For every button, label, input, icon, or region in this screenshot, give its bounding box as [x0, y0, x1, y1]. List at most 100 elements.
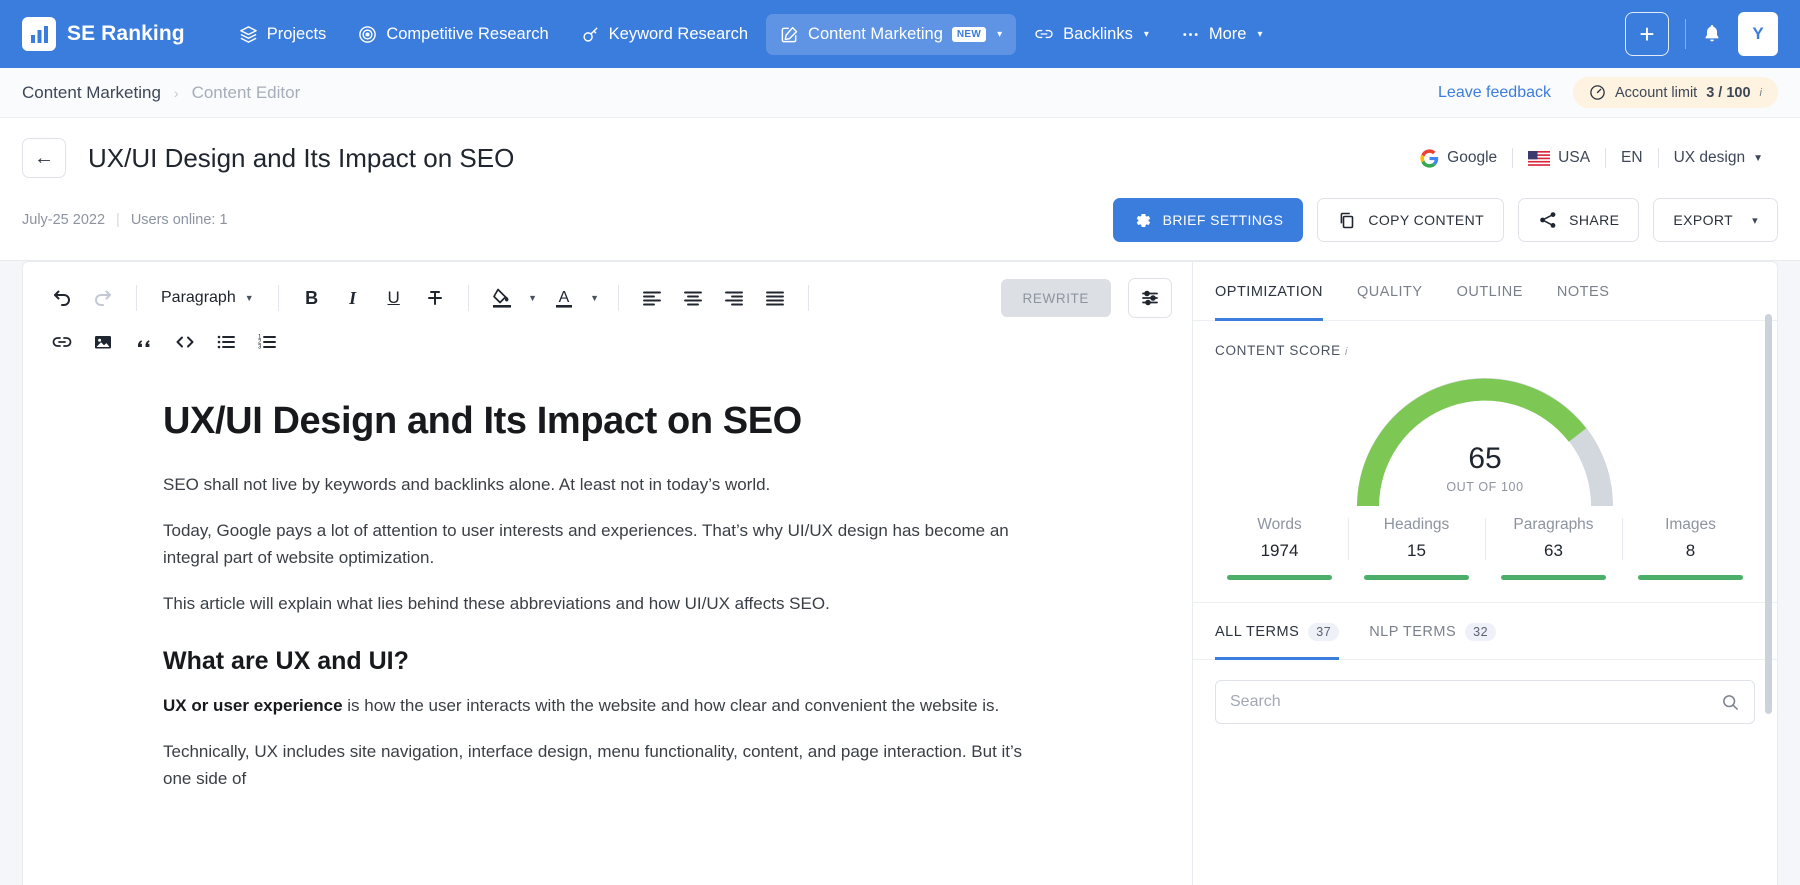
italic-button[interactable]: I: [334, 279, 372, 317]
leave-feedback-link[interactable]: Leave feedback: [1438, 84, 1551, 102]
user-avatar[interactable]: Y: [1738, 12, 1778, 56]
gauge-readout: 65 OUT OF 100: [1215, 442, 1755, 494]
country-selector[interactable]: USA: [1513, 149, 1605, 167]
account-limit-badge[interactable]: Account limit 3 / 100 i: [1573, 77, 1778, 108]
page-header: ← UX/UI Design and Its Impact on SEO Goo…: [0, 118, 1800, 261]
bold-button[interactable]: B: [293, 279, 331, 317]
tab-nlp-terms[interactable]: NLP TERMS 32: [1369, 603, 1496, 660]
keyword-selector[interactable]: UX design ▼: [1659, 149, 1778, 167]
button-label: COPY CONTENT: [1368, 212, 1484, 228]
toolbar-divider: [278, 285, 279, 311]
panel-scrollbar-thumb[interactable]: [1765, 314, 1772, 714]
numbered-list-icon[interactable]: 123: [248, 323, 286, 361]
code-block-icon[interactable]: [166, 323, 204, 361]
nav-item-label: Backlinks: [1063, 25, 1133, 44]
search-icon[interactable]: [1721, 693, 1740, 712]
export-button[interactable]: EXPORT ▾: [1653, 198, 1778, 242]
page-actions: BRIEF SETTINGS COPY CONTENT SHARE EXPORT…: [1113, 198, 1778, 242]
breadcrumb-separator: ›: [174, 85, 179, 101]
nav-item-more[interactable]: More ▾: [1167, 14, 1277, 55]
terms-search-box[interactable]: [1215, 680, 1755, 724]
country-label: USA: [1558, 149, 1590, 167]
align-left-icon[interactable]: [633, 279, 671, 317]
highlight-color-icon[interactable]: [483, 279, 521, 317]
tab-optimization[interactable]: OPTIMIZATION: [1215, 262, 1323, 321]
document-heading-2: What are UX and UI?: [163, 647, 1052, 676]
content-score-out-of: OUT OF 100: [1215, 480, 1755, 494]
se-ranking-logo-icon: [22, 17, 56, 51]
button-label: SHARE: [1569, 212, 1619, 228]
breadcrumb-parent[interactable]: Content Marketing: [22, 83, 161, 103]
stat-value: 63: [1491, 541, 1616, 561]
share-button[interactable]: SHARE: [1518, 198, 1639, 242]
nav-item-competitive-research[interactable]: Competitive Research: [344, 14, 562, 55]
nav-item-projects[interactable]: Projects: [225, 14, 341, 55]
new-badge: NEW: [952, 27, 986, 42]
button-label: EXPORT: [1673, 212, 1733, 228]
document-paragraph: SEO shall not live by keywords and backl…: [163, 471, 1052, 499]
align-center-icon[interactable]: [674, 279, 712, 317]
tab-count-badge: 37: [1308, 623, 1339, 641]
redo-icon[interactable]: [84, 279, 122, 317]
nav-item-backlinks[interactable]: Backlinks ▾: [1020, 13, 1163, 55]
link-icon: [1034, 24, 1054, 44]
copy-content-button[interactable]: COPY CONTENT: [1317, 198, 1504, 242]
document-paragraph: Technically, UX includes site navigation…: [163, 738, 1052, 793]
nav-item-label: Projects: [267, 25, 327, 44]
info-icon[interactable]: i: [1345, 346, 1348, 358]
tab-label: ALL TERMS: [1215, 624, 1299, 640]
breadcrumb-right-group: Leave feedback Account limit 3 / 100 i: [1438, 77, 1778, 108]
page-title: UX/UI Design and Its Impact on SEO: [88, 143, 514, 174]
stat-bar: [1638, 575, 1743, 580]
brand-logo-group[interactable]: SE Ranking: [22, 17, 185, 51]
content-editor-pane: Paragraph ▼ B I U ▼ A ▼: [22, 261, 1192, 885]
rewrite-button[interactable]: REWRITE: [1001, 279, 1111, 317]
nav-item-keyword-research[interactable]: Keyword Research: [567, 14, 762, 55]
search-engine-selector[interactable]: Google: [1405, 149, 1512, 168]
insert-image-icon[interactable]: [84, 323, 122, 361]
block-format-label: Paragraph: [161, 289, 236, 307]
document-paragraph: This article will explain what lies behi…: [163, 590, 1052, 618]
nav-item-content-marketing[interactable]: Content Marketing NEW ▾: [766, 14, 1016, 55]
add-new-button[interactable]: +: [1625, 12, 1669, 56]
content-score-gauge: 65 OUT OF 100: [1215, 364, 1755, 510]
editor-toolbar: Paragraph ▼ B I U ▼ A ▼: [23, 262, 1192, 370]
undo-icon[interactable]: [43, 279, 81, 317]
info-icon[interactable]: i: [1760, 87, 1762, 99]
optimization-panel: OPTIMIZATION QUALITY OUTLINE NOTES CONTE…: [1192, 261, 1778, 885]
nav-right-group: + Y: [1625, 12, 1778, 56]
document-body: UX/UI Design and Its Impact on SEO SEO s…: [23, 400, 1192, 793]
align-justify-icon[interactable]: [756, 279, 794, 317]
block-format-select[interactable]: Paragraph ▼: [151, 279, 264, 317]
text-color-chevron-icon[interactable]: ▼: [586, 279, 604, 317]
search-input[interactable]: [1230, 693, 1721, 711]
bulleted-list-icon[interactable]: [207, 323, 245, 361]
pencil-square-icon: [780, 25, 799, 44]
underline-button[interactable]: U: [375, 279, 413, 317]
notifications-bell-icon[interactable]: [1702, 23, 1722, 45]
stat-value: 1974: [1217, 541, 1342, 561]
tab-all-terms[interactable]: ALL TERMS 37: [1215, 603, 1339, 660]
gear-icon: [1133, 211, 1152, 230]
toolbar-divider: [618, 285, 619, 311]
brief-settings-button[interactable]: BRIEF SETTINGS: [1113, 198, 1304, 242]
blockquote-icon[interactable]: [125, 323, 163, 361]
insert-link-icon[interactable]: [43, 323, 81, 361]
tab-quality[interactable]: QUALITY: [1357, 262, 1423, 321]
text-color-icon[interactable]: A: [545, 279, 583, 317]
editor-settings-sliders-icon[interactable]: [1128, 278, 1172, 318]
back-button[interactable]: ←: [22, 138, 66, 178]
align-right-icon[interactable]: [715, 279, 753, 317]
layers-icon: [239, 25, 258, 44]
document-canvas[interactable]: UX/UI Design and Its Impact on SEO SEO s…: [23, 370, 1192, 885]
strikethrough-button[interactable]: [416, 279, 454, 317]
highlight-color-chevron-icon[interactable]: ▼: [524, 279, 542, 317]
language-selector[interactable]: EN: [1606, 149, 1658, 167]
terms-search-section: [1193, 660, 1777, 724]
tab-notes[interactable]: NOTES: [1557, 262, 1609, 321]
tab-outline[interactable]: OUTLINE: [1457, 262, 1523, 321]
language-label: EN: [1621, 149, 1643, 167]
main-split: Paragraph ▼ B I U ▼ A ▼: [0, 261, 1800, 885]
serp-settings-group: Google USA EN UX design ▼: [1405, 148, 1778, 168]
stat-value: 8: [1628, 541, 1753, 561]
